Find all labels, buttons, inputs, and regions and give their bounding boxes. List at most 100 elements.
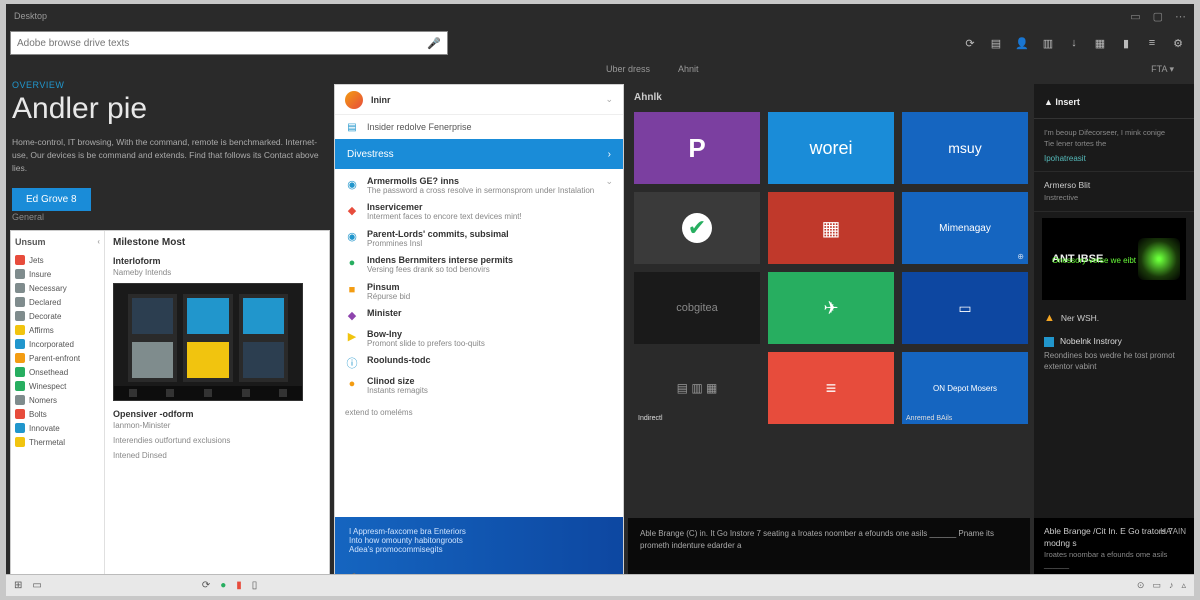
mid-item-0[interactable]: ◉Armermolls GE? innsThe password a cross…	[335, 173, 623, 199]
lp-item-13[interactable]: Thermetal	[15, 435, 100, 449]
task-item-5[interactable]: ▯	[252, 580, 258, 591]
lp-item-2[interactable]: Necessary	[15, 281, 100, 295]
tile-head: Ahnlk	[634, 92, 662, 103]
grid-icon[interactable]: ▦	[1092, 35, 1108, 51]
down-icon[interactable]: ↓	[1066, 35, 1082, 51]
right-column: ▲ Insert I'm beoup Difecorseer, I mink c…	[1034, 84, 1194, 596]
rc-thumbnail[interactable]: ANT IBSE Onessory-verse we eibt	[1042, 218, 1186, 300]
tray-1[interactable]: ⊙	[1137, 580, 1145, 591]
lp-item-8[interactable]: Onsethead	[15, 365, 100, 379]
lp-item-3[interactable]: Declared	[15, 295, 100, 309]
lp-item-label: Bolts	[29, 410, 47, 419]
app-tile-4[interactable]: ▦	[768, 192, 894, 264]
lp-item-0[interactable]: Jets	[15, 253, 100, 267]
lp-item-9[interactable]: Winespect	[15, 379, 100, 393]
more-icon[interactable]: ⋯	[1175, 10, 1186, 23]
mid-item-3[interactable]: ●Indens Bernmiters interse permitsVersin…	[335, 252, 623, 278]
tray-3[interactable]: ♪	[1169, 580, 1174, 591]
tile-label: P	[688, 133, 705, 164]
app-tile-5[interactable]: Mimenagay⊕	[902, 192, 1028, 264]
app-tile-2[interactable]: msuy	[902, 112, 1028, 184]
min-icon[interactable]: ▭	[1130, 10, 1140, 23]
lp-item-11[interactable]: Bolts	[15, 407, 100, 421]
app-tile-9[interactable]: ▤ ▥ ▦Indirectl	[634, 352, 760, 424]
mid-item-8[interactable]: ●Clinod sizeInstants remagits	[335, 373, 623, 399]
task-item-3[interactable]: ●	[220, 580, 226, 591]
user-icon[interactable]: 👤	[1014, 35, 1030, 51]
color-dot-icon	[15, 269, 25, 279]
panel-icon[interactable]: ▮	[1118, 35, 1134, 51]
color-dot-icon	[15, 283, 25, 293]
start-icon[interactable]: ⊞	[14, 580, 22, 591]
close-icon[interactable]: ⌄	[605, 176, 613, 187]
tile-label: ✈	[823, 298, 838, 319]
mid-promo-button[interactable]: Divestress ›	[335, 139, 623, 169]
rc-item-sub: Reondines bos wedre he tost promot exten…	[1044, 350, 1184, 372]
app-tile-10[interactable]: ≡	[768, 352, 894, 424]
mid-item-sub: Instants remagits	[367, 386, 613, 396]
rc-foot-tag: HA AIN	[1160, 526, 1186, 537]
mid-item-7[interactable]: ⓘRoolunds-todc	[335, 352, 623, 373]
chart-icon[interactable]: ▥	[1040, 35, 1056, 51]
app-tile-8[interactable]: ▭	[902, 272, 1028, 344]
mid-item-2[interactable]: ◉Parent-Lords' commits, subsimalPrommine…	[335, 226, 623, 252]
rc-link-1[interactable]: Ipohatreasit	[1044, 154, 1184, 163]
mic-icon[interactable]: 🎤	[427, 37, 441, 50]
mid-item-1[interactable]: ◆InservicemerInterment faces to encore t…	[335, 199, 623, 225]
mid-footer-line: extend to omeléms	[335, 404, 623, 421]
tab-a[interactable]: Uber dress	[606, 64, 650, 74]
mid-row-1[interactable]: ▤ Insider redolve Fenerprise	[335, 115, 623, 139]
lp-thumbnail[interactable]	[113, 283, 303, 401]
chevron-icon[interactable]: ‹	[97, 237, 100, 247]
task-item-4[interactable]: ▮	[236, 580, 242, 591]
lp-item-12[interactable]: Innovate	[15, 421, 100, 435]
mid-item-6[interactable]: ▶Bow-InyPromont slide to prefers too-qui…	[335, 326, 623, 352]
chevron-down-icon[interactable]: ⌄	[605, 94, 613, 105]
app-tile-0[interactable]: P	[634, 112, 760, 184]
lp-desc4: Intened Dinsed	[113, 451, 321, 460]
lp-item-7[interactable]: Parent-enfront	[15, 351, 100, 365]
mid-header[interactable]: Ininr ⌄	[335, 85, 623, 115]
tile-label: ▭	[958, 300, 971, 317]
item-icon: ●	[345, 256, 359, 270]
color-dot-icon	[15, 423, 25, 433]
refresh-icon[interactable]: ⟳	[962, 35, 978, 51]
tile-label: Mimenagay	[939, 223, 991, 234]
lp-item-4[interactable]: Decorate	[15, 309, 100, 323]
list-icon[interactable]: ≡	[1144, 35, 1160, 51]
mid-item-sub: Promont slide to prefers too-quits	[367, 339, 613, 349]
app-tile-11[interactable]: ON Depot MosersAnremed BAils	[902, 352, 1028, 424]
book-icon[interactable]: ▤	[988, 35, 1004, 51]
tab-extra[interactable]: FTA ▾	[1151, 64, 1174, 75]
rc-line-1: I'm beoup Difecorseer, I mink conige	[1044, 127, 1184, 138]
app-tile-6[interactable]: cobgitea	[634, 272, 760, 344]
search-input[interactable]	[17, 38, 427, 49]
task-item-2[interactable]: ⟳	[202, 580, 210, 591]
hero-cta-button[interactable]: Ed Grove 8	[12, 188, 91, 211]
item-icon: ■	[345, 283, 359, 297]
item-icon: ◆	[345, 309, 359, 323]
max-icon[interactable]: ▢	[1153, 10, 1163, 23]
rc-thumb-sub: Onessory-verse we eibt	[1052, 256, 1136, 265]
lp-item-10[interactable]: Nomers	[15, 393, 100, 407]
lp-item-label: Jets	[29, 256, 44, 265]
hero-desc: Home-control, IT browsing, With the comm…	[12, 136, 330, 174]
tab-b[interactable]: Ahnit	[678, 64, 699, 74]
lp-item-6[interactable]: Incorporated	[15, 337, 100, 351]
app-tile-3[interactable]: ✔	[634, 192, 760, 264]
lp-item-5[interactable]: Affirms	[15, 323, 100, 337]
mid-item-5[interactable]: ◆Minister	[335, 305, 623, 326]
gear-icon[interactable]: ⚙	[1170, 35, 1186, 51]
task-item-1[interactable]: ▭	[32, 580, 41, 591]
lp-item-1[interactable]: Insure	[15, 267, 100, 281]
app-tile-1[interactable]: worei	[768, 112, 894, 184]
tray-2[interactable]: ▭	[1152, 580, 1161, 591]
rc-head: ▲ Insert	[1044, 97, 1080, 107]
rc-item[interactable]: Nobelnk Instrory Reondines bos wedre he …	[1034, 330, 1194, 378]
app-tile-7[interactable]: ✈	[768, 272, 894, 344]
search-box[interactable]: 🎤	[10, 31, 448, 55]
tray-4[interactable]: ▵	[1181, 580, 1186, 591]
mid-item-4[interactable]: ■PinsumRépurse bid	[335, 279, 623, 305]
lp-desc1: Nameby Intends	[113, 268, 321, 277]
color-dot-icon	[15, 409, 25, 419]
